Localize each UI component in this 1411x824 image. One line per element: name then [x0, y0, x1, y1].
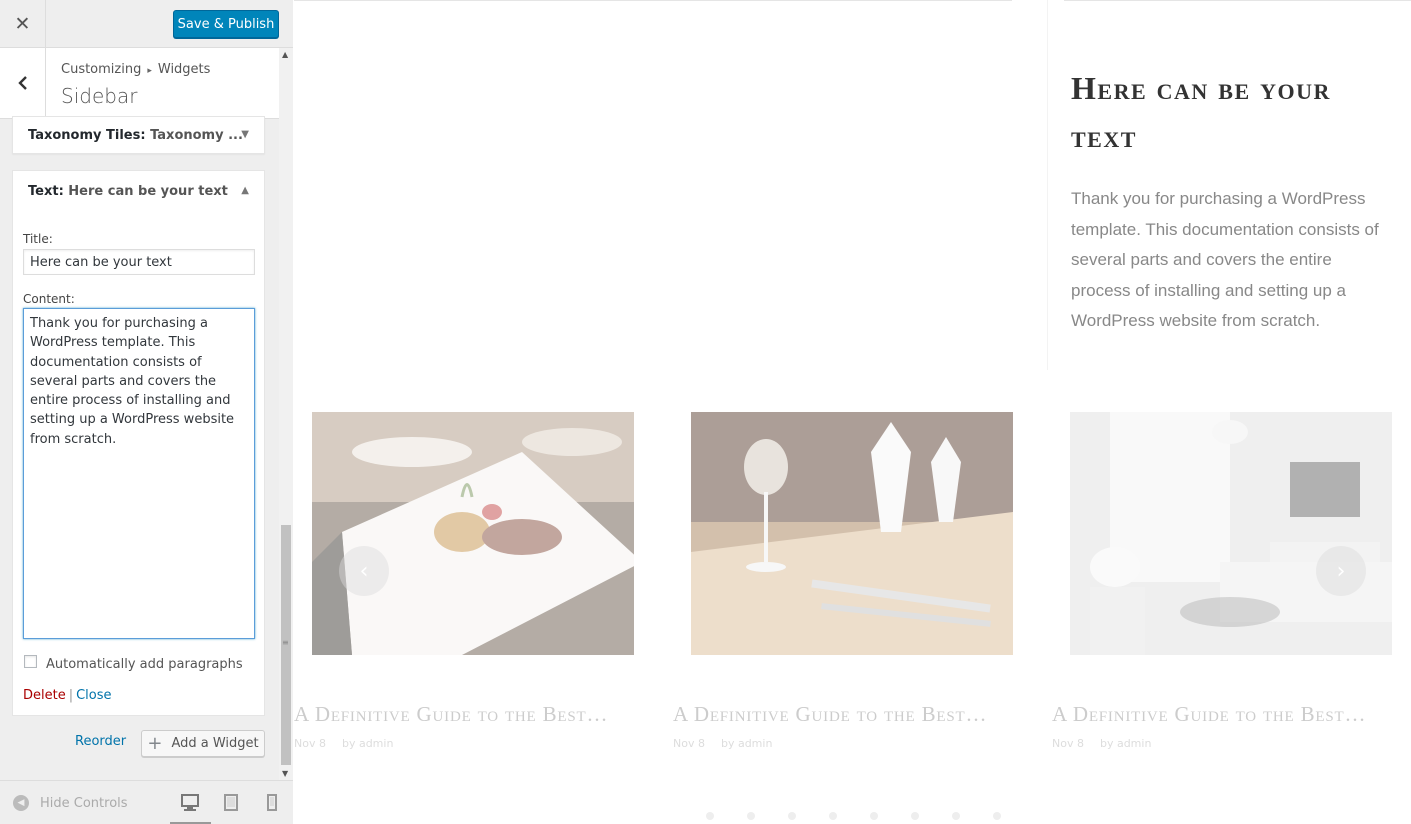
widget-type: Text: [28, 184, 59, 199]
column-divider: [1047, 0, 1048, 370]
widget-instance: Here can be your text: [68, 184, 228, 199]
chevron-left-icon: [17, 76, 27, 90]
post-card[interactable]: A Definitive Guide to the Best… Nov 8 by …: [1052, 412, 1392, 750]
text-widget-body: Thank you for purchasing a WordPress tem…: [1071, 189, 1379, 330]
post-image-living-room[interactable]: [1070, 412, 1392, 655]
top-border: [294, 0, 1012, 1]
action-separator: |: [68, 688, 74, 703]
content-label: Content:: [23, 292, 75, 306]
close-customizer-button[interactable]: ✕: [0, 0, 46, 48]
hide-controls-button[interactable]: ◀ Hide Controls: [13, 795, 128, 811]
expand-arrow-icon[interactable]: ▼: [241, 129, 249, 140]
title-label: Title:: [23, 232, 53, 246]
auto-paragraphs-checkbox[interactable]: [24, 655, 37, 668]
post-meta: Nov 8 by admin: [294, 737, 393, 750]
scroll-up-arrow-icon[interactable]: ▲: [282, 50, 288, 59]
post-title[interactable]: A Definitive Guide to the Best…: [1052, 702, 1411, 727]
slider-next-button[interactable]: ›: [1316, 546, 1366, 596]
breadcrumb-separator: ▸: [147, 66, 152, 76]
slider-dot[interactable]: [747, 812, 755, 820]
slider-dot[interactable]: [993, 812, 1001, 820]
slider-dot[interactable]: [706, 812, 714, 820]
reorder-link[interactable]: Reorder: [75, 734, 126, 749]
slider-pagination: [706, 812, 1001, 820]
top-border: [1064, 0, 1411, 1]
title-input[interactable]: [23, 249, 255, 275]
back-button[interactable]: [0, 48, 46, 118]
slider-prev-button[interactable]: ‹: [339, 546, 389, 596]
customizer-header: ✕ Save & Publish: [0, 0, 293, 48]
slider-dot[interactable]: [952, 812, 960, 820]
post-author[interactable]: by admin: [1100, 737, 1151, 750]
widget-taxonomy-tiles[interactable]: Taxonomy Tiles: Taxonomy ... ▼: [12, 116, 265, 154]
customizer-sidebar: ✕ Save & Publish Customizing ▸ Widgets Sid…: [0, 0, 293, 824]
delete-link[interactable]: Delete: [23, 688, 66, 703]
post-image-table-setting[interactable]: [691, 412, 1013, 655]
post-date: Nov 8: [673, 737, 705, 750]
sidebar-scrollbar[interactable]: ▲ ≡ ▼: [279, 48, 293, 780]
slider-dot[interactable]: [911, 812, 919, 820]
text-widget-title: Here can be your text: [1071, 70, 1331, 154]
widget-text-header[interactable]: Text: Here can be your text ▲: [13, 171, 264, 213]
chevron-right-icon: ›: [1336, 558, 1346, 584]
widget-type: Taxonomy Tiles: [28, 128, 141, 143]
widget-title: Taxonomy Tiles: Taxonomy ...: [28, 128, 243, 143]
desktop-preview-icon[interactable]: [180, 794, 200, 812]
section-title: Sidebar: [61, 84, 138, 108]
slider-dot[interactable]: [870, 812, 878, 820]
post-card[interactable]: A Definitive Guide to the Best… Nov 8 by …: [294, 412, 634, 750]
post-author[interactable]: by admin: [721, 737, 772, 750]
widget-text: Text: Here can be your text ▲ Title: Con…: [12, 170, 265, 716]
widget-instance: Taxonomy ...: [150, 128, 243, 143]
post-date: Nov 8: [294, 737, 326, 750]
post-title[interactable]: A Definitive Guide to the Best…: [294, 702, 654, 727]
post-card[interactable]: A Definitive Guide to the Best… Nov 8 by …: [673, 412, 1013, 750]
add-widget-label: Add a Widget: [171, 736, 259, 751]
customizer-footer: ◀ Hide Controls: [0, 780, 293, 824]
tablet-preview-icon[interactable]: [223, 794, 239, 812]
plus-icon: +: [147, 732, 163, 754]
widget-text-bar[interactable]: Text: Here can be your text ▲: [13, 171, 264, 213]
collapse-arrow-icon[interactable]: ▲: [241, 185, 249, 196]
section-title-panel: Customizing ▸ Widgets Sidebar: [0, 48, 279, 119]
scroll-grip-icon: ≡: [282, 638, 289, 647]
slider-dot[interactable]: [829, 812, 837, 820]
save-publish-button[interactable]: Save & Publish: [173, 10, 279, 38]
add-widget-button[interactable]: + Add a Widget: [141, 730, 265, 757]
close-link[interactable]: Close: [76, 688, 111, 703]
scroll-down-arrow-icon[interactable]: ▼: [282, 769, 288, 778]
widget-title: Text: Here can be your text: [28, 184, 228, 199]
breadcrumb-root: Customizing: [61, 62, 142, 77]
breadcrumb-child: Widgets: [157, 62, 211, 77]
hide-controls-label: Hide Controls: [40, 795, 128, 811]
post-meta: Nov 8 by admin: [1052, 737, 1151, 750]
close-icon: ✕: [14, 13, 31, 35]
content-textarea[interactable]: Thank you for purchasing a WordPress tem…: [23, 308, 255, 639]
auto-paragraphs-label: Automatically add paragraphs: [46, 657, 243, 672]
site-preview: Here can be your text Thank you for purc…: [294, 0, 1411, 824]
widget-actions: Delete | Close: [23, 688, 112, 703]
post-meta: Nov 8 by admin: [673, 737, 772, 750]
post-date: Nov 8: [1052, 737, 1084, 750]
chevron-left-icon: ‹: [359, 558, 369, 584]
post-title[interactable]: A Definitive Guide to the Best…: [673, 702, 1033, 727]
mobile-preview-icon[interactable]: [266, 794, 278, 812]
post-image-plated-dish[interactable]: [312, 412, 634, 655]
breadcrumb: Customizing ▸ Widgets: [61, 62, 210, 77]
collapse-circle-icon: ◀: [13, 795, 29, 811]
post-author[interactable]: by admin: [342, 737, 393, 750]
slider-dot[interactable]: [788, 812, 796, 820]
